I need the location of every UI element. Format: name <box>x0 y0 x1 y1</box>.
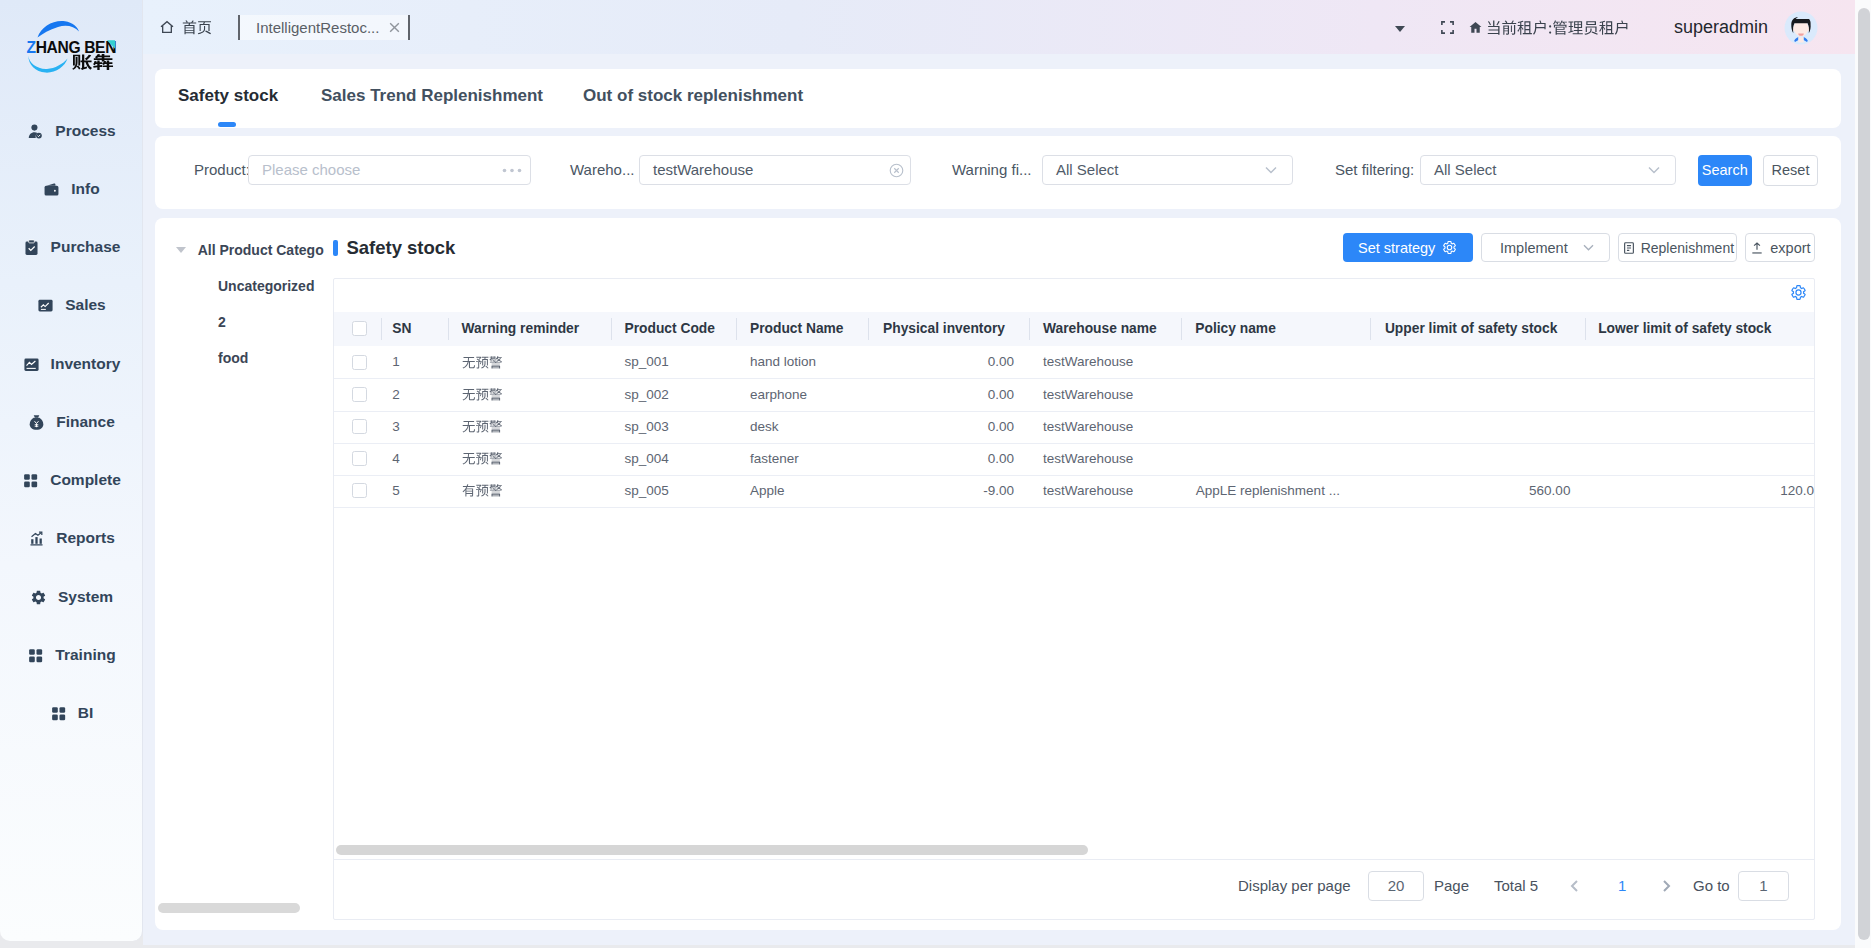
svg-text:ZHANG BEN: ZHANG BEN <box>27 39 117 56</box>
